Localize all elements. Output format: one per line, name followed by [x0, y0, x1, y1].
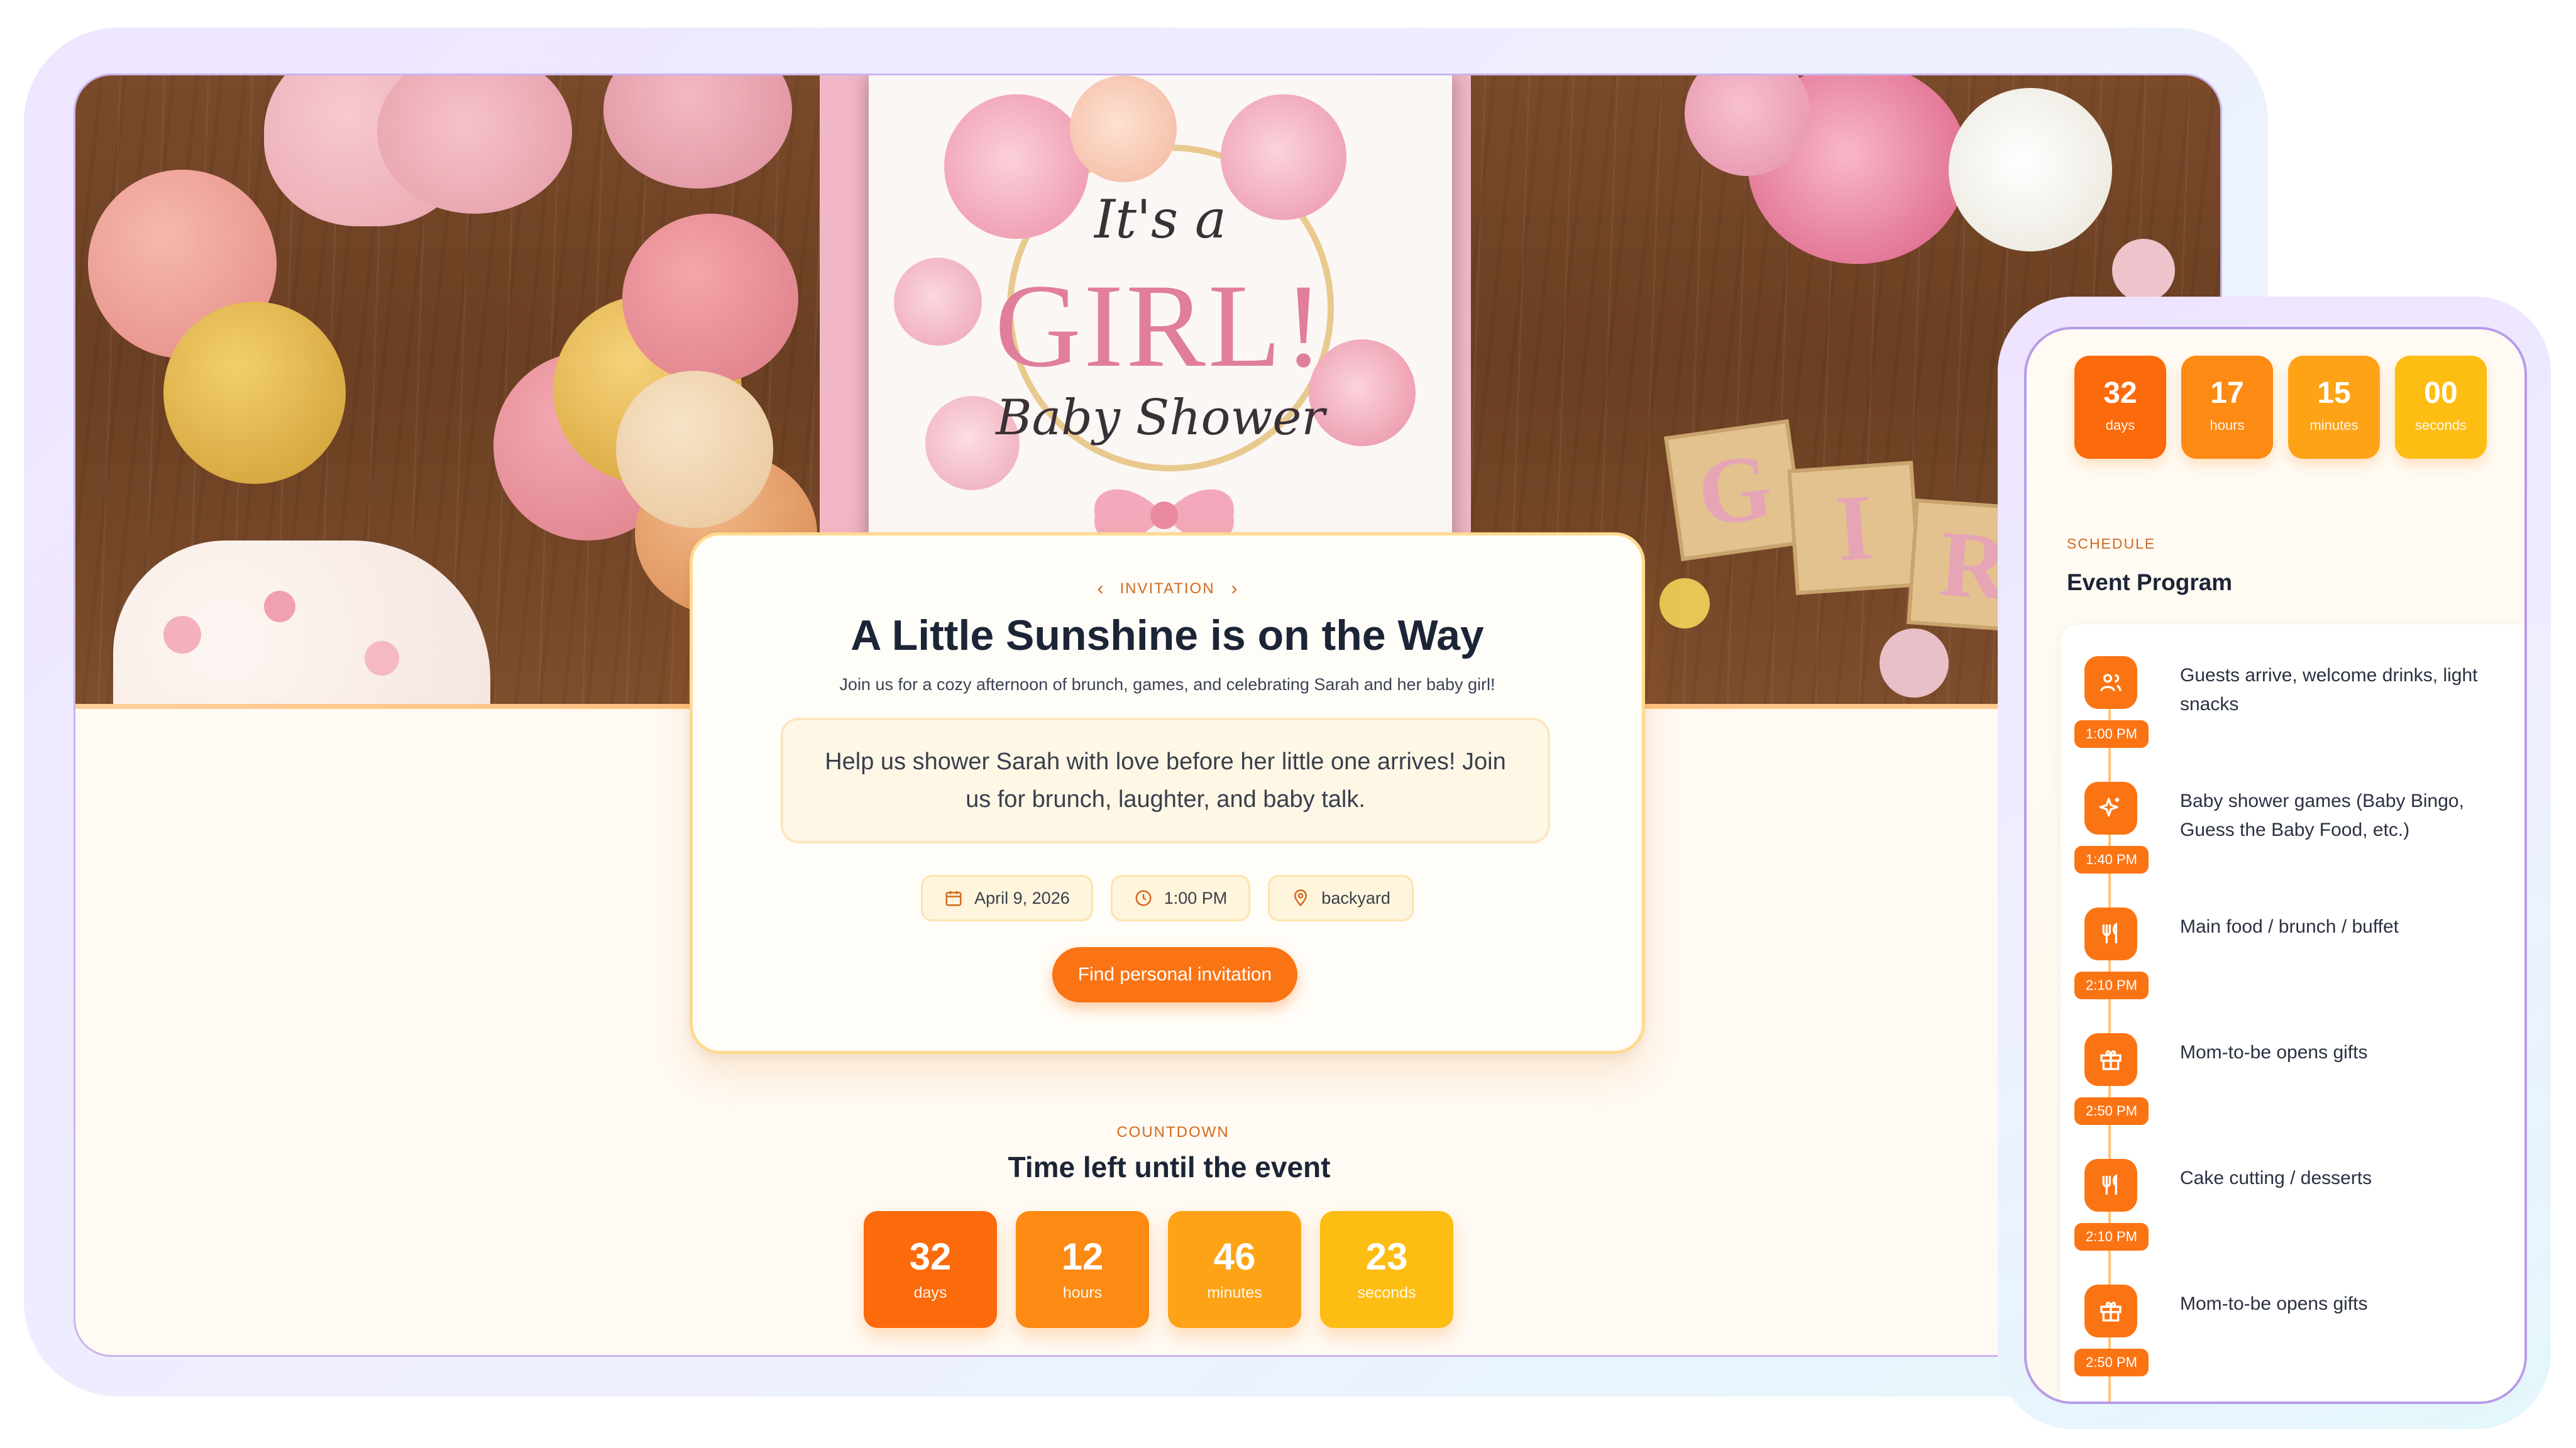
gift-icon — [2084, 1285, 2137, 1337]
phone-days-value: 32 — [2103, 376, 2137, 410]
gift-icon — [2084, 1033, 2137, 1086]
time-chip: 1:00 PM — [1110, 875, 1251, 921]
letter-block: G — [1664, 419, 1806, 561]
phone-countdown-hours: 17 hours — [2181, 356, 2273, 459]
utensils-icon — [2084, 908, 2137, 960]
letter-block: I — [1787, 461, 1922, 595]
phone-hours-value: 17 — [2210, 376, 2244, 410]
program-time: 2:10 PM — [2074, 972, 2149, 999]
program-label: Mom-to-be opens gifts — [2180, 1042, 2368, 1063]
countdown-days-value: 32 — [909, 1236, 952, 1278]
program-time: 2:50 PM — [2074, 1097, 2149, 1125]
countdown-seconds-value: 23 — [1365, 1236, 1408, 1278]
confetti — [2112, 239, 2175, 302]
confetti — [1660, 578, 1710, 628]
program-label: Main food / brunch / buffet — [2180, 916, 2399, 937]
chevron-right-icon[interactable]: › — [1231, 579, 1238, 598]
onesie-flower — [365, 641, 399, 676]
phone-seconds-label: seconds — [2415, 417, 2467, 433]
phone-countdown-seconds: 00 seconds — [2395, 356, 2487, 459]
countdown-hours-value: 12 — [1061, 1236, 1104, 1278]
phone-hours-label: hours — [2210, 417, 2245, 433]
location-chip: backyard — [1268, 875, 1414, 921]
map-pin-icon — [1294, 889, 1307, 907]
invitation-title: A Little Sunshine is on the Way — [850, 612, 1484, 659]
calendar-icon — [945, 891, 962, 906]
card-rose — [1070, 75, 1177, 182]
program-label: Mom-to-be opens gifts — [2180, 1293, 2368, 1314]
invitation-card: ‹ INVITATION › A Little Sunshine is on t… — [690, 532, 1645, 1054]
invitation-message-text: Help us shower Sarah with love before he… — [825, 749, 1506, 813]
invitation-eyebrow: INVITATION — [1120, 580, 1215, 597]
countdown-minutes: 46 minutes — [1168, 1211, 1301, 1328]
macaron-gold — [163, 302, 346, 484]
users-icon — [2084, 656, 2137, 709]
onesie-flower — [163, 616, 201, 654]
phone-countdown-days: 32 days — [2074, 356, 2166, 459]
countdown-seconds-label: seconds — [1357, 1284, 1416, 1302]
phone-days-label: days — [2105, 417, 2135, 433]
macaron-pink-3 — [622, 214, 798, 383]
phone-screen: 32 days 17 hours 15 minutes 00 seconds S… — [2024, 327, 2527, 1404]
invitation-message: Help us shower Sarah with love before he… — [781, 718, 1550, 843]
time-text: 1:00 PM — [1164, 888, 1228, 908]
macaron-cream — [616, 371, 773, 528]
program-label: Cake cutting / desserts — [2180, 1168, 2372, 1188]
phone-minutes-value: 15 — [2317, 376, 2351, 410]
program-item: 1:40 PM Baby shower games (Baby Bingo, Gu… — [2061, 776, 2524, 895]
program-item: 1:00 PM Guests arrive, welcome drinks, li… — [2061, 650, 2524, 769]
event-details: April 9, 2026 1:00 PM backyard — [693, 875, 1642, 921]
program-label: Baby shower games (Baby Bingo, Guess the… — [2180, 791, 2464, 840]
phone-countdown: 32 days 17 hours 15 minutes 00 seconds — [2074, 356, 2487, 459]
program-time: 1:00 PM — [2074, 720, 2149, 748]
program-item: 2:10 PM Cake cutting / desserts — [2061, 1153, 2524, 1272]
countdown-hours: 12 hours — [1016, 1211, 1149, 1328]
countdown-eyebrow: COUNTDOWN — [1116, 1124, 1230, 1141]
find-invitation-button[interactable]: Find personal invitation — [1052, 947, 1297, 1002]
ranunculus-white — [1949, 88, 2112, 251]
location-text: backyard — [1321, 888, 1390, 908]
phone-minutes-label: minutes — [2309, 417, 2359, 433]
date-text: April 9, 2026 — [974, 888, 1070, 908]
chevron-left-icon[interactable]: ‹ — [1097, 579, 1103, 598]
onesie-flower — [264, 591, 295, 622]
date-chip: April 9, 2026 — [921, 875, 1093, 921]
schedule-eyebrow: SCHEDULE — [2067, 535, 2156, 552]
countdown-minutes-value: 46 — [1213, 1236, 1256, 1278]
program-time: 2:50 PM — [2074, 1349, 2149, 1376]
countdown-hours-label: hours — [1062, 1284, 1103, 1302]
sparkles-icon — [2084, 782, 2137, 835]
countdown-boxes: 32 days 12 hours 46 minutes 23 seconds — [864, 1211, 1453, 1328]
program-label: Guests arrive, welcome drinks, light sna… — [2180, 665, 2478, 715]
program-time: 2:10 PM — [2074, 1223, 2149, 1251]
bootie-right — [603, 75, 792, 189]
confetti — [1880, 628, 1949, 698]
invitation-subtitle: Join us for a cozy afternoon of brunch, … — [839, 675, 1495, 694]
utensils-icon — [2084, 1159, 2137, 1212]
card-text-its-a: It's a — [1094, 189, 1226, 250]
schedule-title: Event Program — [2067, 569, 2233, 595]
countdown-minutes-label: minutes — [1207, 1284, 1262, 1302]
phone-countdown-minutes: 15 minutes — [2288, 356, 2380, 459]
countdown-seconds: 23 seconds — [1320, 1211, 1453, 1328]
event-program-list: 1:00 PM Guests arrive, welcome drinks, li… — [2061, 625, 2524, 1401]
phone-seconds-value: 00 — [2424, 376, 2458, 410]
countdown-days-label: days — [913, 1284, 947, 1302]
card-text-baby-shower: Baby Shower — [996, 390, 1325, 446]
countdown-title: Time left until the event — [1008, 1151, 1331, 1183]
program-item: 2:50 PM Mom-to-be opens gifts — [2061, 1278, 2524, 1398]
clock-icon — [1135, 890, 1152, 906]
invitation-eyebrow-row: ‹ INVITATION › — [693, 579, 1642, 598]
card-text-girl: GIRL! — [994, 260, 1326, 392]
program-item: 2:50 PM Mom-to-be opens gifts — [2061, 1027, 2524, 1146]
program-time: 1:40 PM — [2074, 846, 2149, 874]
countdown-days: 32 days — [864, 1211, 997, 1328]
program-item: 2:10 PM Main food / brunch / buffet — [2061, 901, 2524, 1021]
